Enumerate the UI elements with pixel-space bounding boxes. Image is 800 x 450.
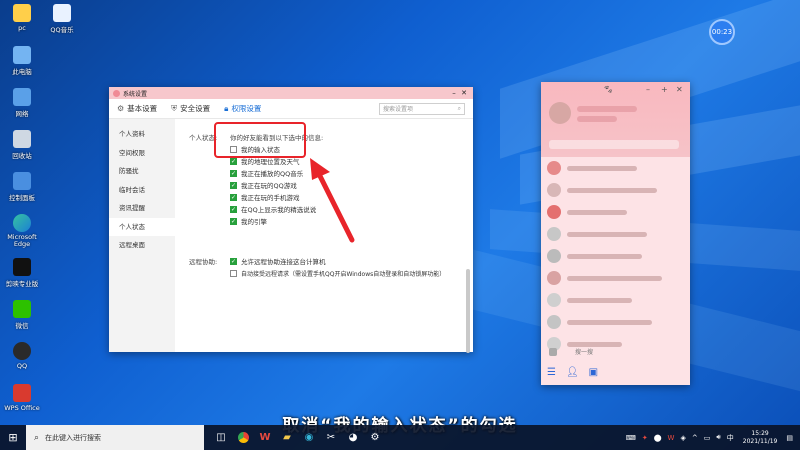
cartoon-sticker-icon: 🐾︎ — [603, 85, 614, 94]
chevron-up-icon[interactable]: ^ — [692, 434, 698, 442]
qq-bottom-search[interactable]: 搜一搜 — [549, 347, 593, 356]
windows-logo-icon: ⊞ — [8, 431, 18, 444]
list-item[interactable] — [541, 245, 690, 267]
menu-icon[interactable]: ☰ — [547, 367, 556, 378]
taskbar: ⊞ ⌕ 在此键入进行搜索 ◫ W ▰ ◉ ✂ ◕ ⚙ ⌨ ✦ ⬤ W ◈ ^ ▭… — [0, 425, 800, 450]
ime-icon[interactable]: 中 — [727, 433, 734, 443]
tray-app-icon[interactable]: ⬤ — [654, 434, 662, 442]
list-item[interactable] — [541, 201, 690, 223]
notification-icon[interactable]: ▤ — [786, 434, 793, 442]
qq-footer: ☰ 👤︎ ▣ — [541, 359, 690, 385]
tray-app-icon[interactable]: ✦ — [642, 434, 648, 442]
qq-main-window: 🐾︎ – + ✕ 搜一搜 ☰ 👤︎ ▣ — [541, 82, 690, 385]
taskbar-apps: ◫ W ▰ ◉ ✂ ◕ ⚙ — [210, 425, 386, 450]
nickname-placeholder — [577, 106, 637, 112]
chrome-icon[interactable] — [232, 425, 254, 450]
app-store-icon[interactable]: ▣ — [589, 367, 598, 378]
mini-app-icon — [549, 347, 557, 356]
avatar[interactable] — [549, 102, 571, 124]
task-view-icon[interactable]: ◫ — [210, 425, 232, 450]
taskbar-search-input[interactable]: ⌕ 在此键入进行搜索 — [26, 425, 204, 450]
system-tray: ⌨ ✦ ⬤ W ◈ ^ ▭ 🔊︎ 中 15:29 2021/11/19 ▤ — [623, 430, 800, 446]
file-explorer-icon[interactable]: ▰ — [276, 425, 298, 450]
capcut-taskbar-icon[interactable]: ✂ — [320, 425, 342, 450]
wps-tray-icon[interactable]: W — [668, 434, 675, 442]
tray-app-icon[interactable]: ◈ — [680, 434, 685, 442]
contact-list — [541, 157, 690, 357]
list-item[interactable] — [541, 267, 690, 289]
signature-placeholder — [577, 116, 617, 122]
network-icon[interactable]: ▭ — [704, 434, 711, 442]
add-friend-icon[interactable]: 👤︎ — [566, 367, 579, 378]
wps-taskbar-icon[interactable]: W — [254, 425, 276, 450]
list-item[interactable] — [541, 223, 690, 245]
keyboard-icon[interactable]: ⌨ — [626, 434, 636, 442]
list-item[interactable] — [541, 179, 690, 201]
taskbar-clock[interactable]: 15:29 2021/11/19 — [743, 430, 778, 446]
settings-taskbar-icon[interactable]: ⚙ — [364, 425, 386, 450]
search-icon: ⌕ — [34, 432, 40, 443]
minimize-button[interactable]: – — [646, 85, 650, 94]
qq-taskbar-icon[interactable]: ◕ — [342, 425, 364, 450]
edge-taskbar-icon[interactable]: ◉ — [298, 425, 320, 450]
list-item[interactable] — [541, 157, 690, 179]
close-button[interactable]: ✕ — [676, 85, 683, 94]
volume-icon[interactable]: 🔊︎ — [716, 433, 720, 442]
add-button[interactable]: + — [661, 85, 668, 94]
qq-header: 🐾︎ – + ✕ — [541, 82, 690, 157]
start-button[interactable]: ⊞ — [0, 425, 26, 450]
list-item[interactable] — [541, 311, 690, 333]
qq-search-input[interactable] — [549, 140, 679, 149]
list-item[interactable] — [541, 289, 690, 311]
